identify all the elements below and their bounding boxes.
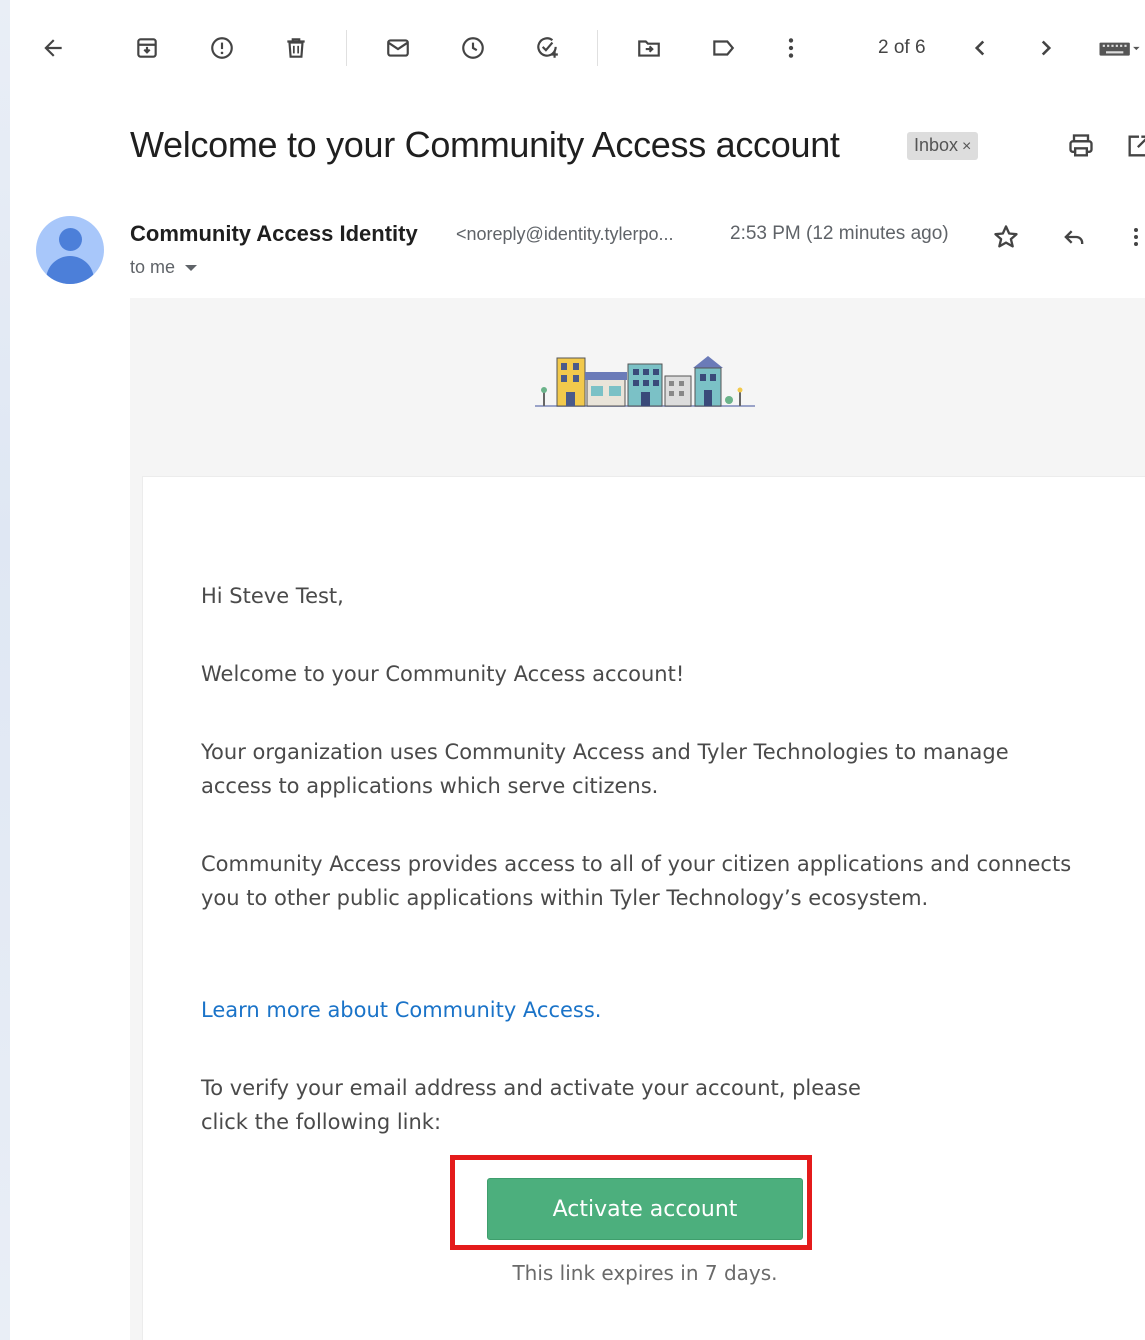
toolbar-divider	[346, 30, 347, 66]
sender-email: <noreply@identity.tylerpo...	[456, 224, 674, 244]
sender-name[interactable]: Community Access Identity	[130, 221, 418, 247]
mail-icon	[387, 39, 409, 57]
older-button[interactable]	[1029, 31, 1063, 65]
archive-button[interactable]	[130, 31, 164, 65]
report-icon	[211, 37, 233, 59]
message-card: Hi Steve Test, Welcome to your Community…	[142, 476, 1145, 1340]
avatar-head-shape	[59, 228, 82, 251]
trash-icon	[287, 38, 305, 58]
back-button[interactable]	[36, 31, 70, 65]
sender-avatar[interactable]	[36, 216, 104, 284]
access-paragraph: Community Access provides access to all …	[201, 852, 1072, 910]
message-more-button[interactable]	[1124, 221, 1145, 253]
open-in-new-icon	[1128, 135, 1145, 157]
chevron-left-icon	[974, 40, 985, 56]
report-spam-button[interactable]	[205, 31, 239, 65]
archive-icon	[137, 38, 157, 58]
clock-icon	[462, 37, 484, 59]
side-strip	[0, 0, 10, 1340]
recipient-text: to me	[130, 257, 176, 277]
add-task-icon	[537, 37, 558, 58]
chevron-right-icon	[1041, 40, 1052, 56]
print-icon	[1069, 134, 1093, 157]
open-new-window-button[interactable]	[1124, 131, 1145, 161]
print-button[interactable]	[1066, 131, 1096, 161]
received-time: 2:53 PM (12 minutes ago)	[730, 223, 949, 244]
recipient-details-toggle[interactable]: to me	[130, 257, 198, 278]
more-options-button[interactable]	[774, 31, 808, 65]
delete-button[interactable]	[279, 31, 313, 65]
mark-unread-button[interactable]	[381, 31, 415, 65]
inbox-label-chip[interactable]: Inbox ×	[907, 132, 979, 160]
move-folder-icon	[638, 40, 660, 57]
label-icon	[713, 40, 735, 56]
activate-account-button[interactable]: Activate account	[487, 1178, 803, 1240]
verify-instructions: To verify your email address and activat…	[201, 1076, 861, 1134]
organization-paragraph: Your organization uses Community Access …	[201, 740, 1009, 798]
snooze-button[interactable]	[456, 31, 490, 65]
remove-label-icon[interactable]: ×	[962, 138, 971, 155]
email-view: 2 of 6 Welcome to your Community Access …	[10, 0, 1145, 1340]
avatar-body-shape	[46, 256, 94, 284]
community-buildings-logo	[535, 356, 755, 407]
label-text: Inbox	[914, 135, 959, 155]
star-button[interactable]	[990, 221, 1022, 253]
learn-more-link[interactable]: Learn more about Community Access.	[201, 998, 602, 1022]
toolbar-divider	[597, 30, 598, 66]
welcome-text: Welcome to your Community Access account…	[201, 662, 685, 686]
move-to-button[interactable]	[632, 31, 666, 65]
reply-icon	[1064, 230, 1084, 244]
toolbar: 2 of 6	[10, 0, 1145, 96]
keyboard-icon	[1099, 42, 1140, 56]
more-vert-icon	[1134, 228, 1138, 246]
input-tools-button[interactable]	[1092, 31, 1145, 65]
link-expiry-note: This link expires in 7 days.	[512, 1261, 778, 1285]
reply-button[interactable]	[1058, 221, 1090, 253]
greeting-text: Hi Steve Test,	[201, 584, 344, 608]
pagination-text: 2 of 6	[878, 37, 926, 58]
email-body: Hi Steve Test, Welcome to your Community…	[130, 298, 1145, 1340]
caret-down-icon	[185, 265, 198, 272]
star-icon	[994, 225, 1018, 248]
labels-button[interactable]	[706, 31, 740, 65]
more-vert-icon	[788, 38, 794, 58]
newer-button[interactable]	[963, 31, 997, 65]
email-subject: Welcome to your Community Access account	[130, 124, 840, 165]
arrow-back-icon	[44, 39, 62, 57]
add-to-tasks-button[interactable]	[530, 31, 564, 65]
